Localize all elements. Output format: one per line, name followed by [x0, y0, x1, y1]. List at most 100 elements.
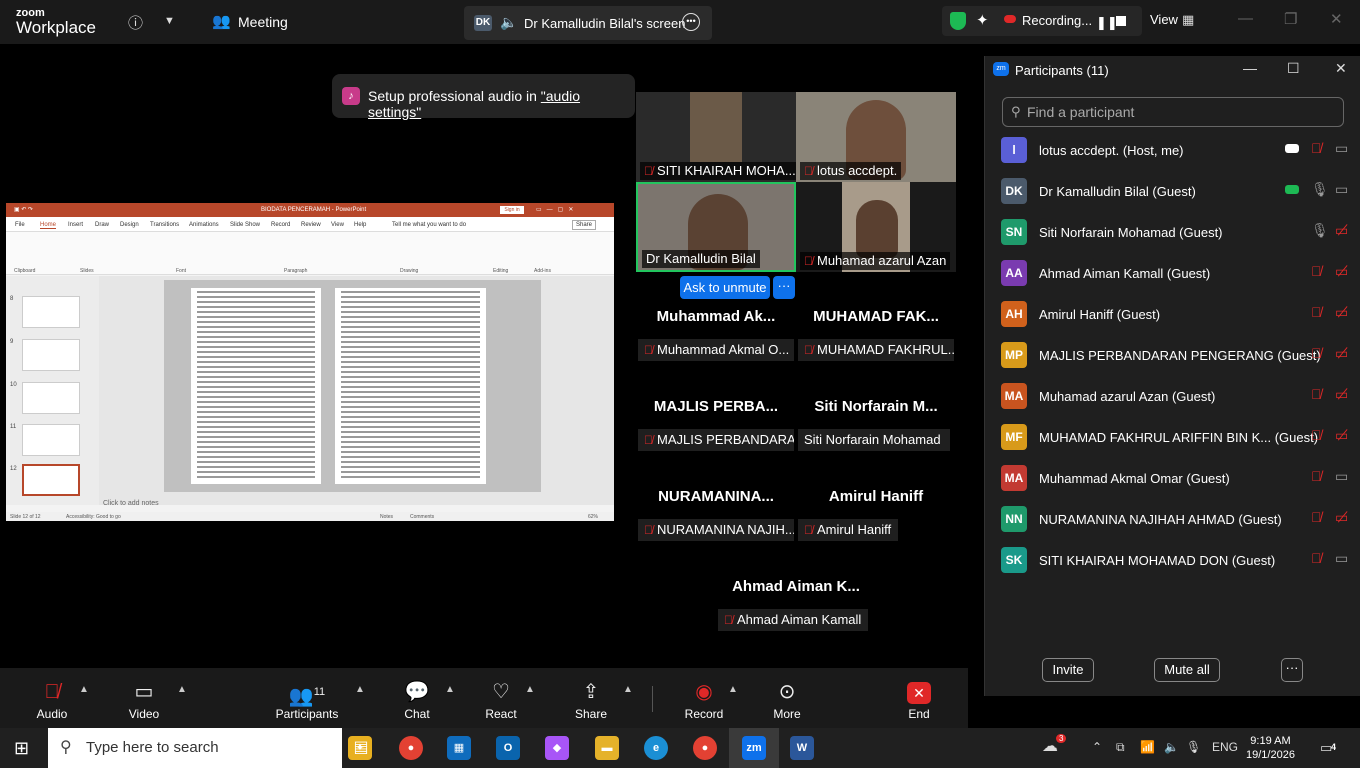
react-options-chevron-icon[interactable]: ▲ — [525, 684, 535, 695]
minimize-icon[interactable]: — — [1238, 10, 1253, 27]
chat-options-chevron-icon[interactable]: ▲ — [445, 684, 455, 695]
video-tile[interactable]: 🎙̸ SITI KHAIRAH MOHA... — [636, 92, 796, 182]
camera-off-icon[interactable]: ▭̸ — [1335, 386, 1348, 403]
info-icon[interactable]: ⓘ — [128, 12, 143, 33]
video-options-chevron-icon[interactable]: ▲ — [177, 684, 187, 695]
more-button[interactable]: ⊙ More — [752, 680, 822, 721]
outlook-icon[interactable]: O — [496, 736, 520, 760]
close-icon[interactable]: ✕ — [1335, 60, 1347, 77]
video-tile-active-speaker[interactable]: Dr Kamalludin Bilal — [636, 182, 796, 272]
word-icon[interactable]: W — [790, 736, 814, 760]
comments-toggle: Comments — [410, 514, 435, 520]
screen-share-pill[interactable]: DK 🔈 Dr Kamalludin Bilal's screen ••• — [464, 6, 712, 40]
people-icon: 👥11 — [288, 685, 326, 708]
video-button[interactable]: ▭ Video — [109, 680, 179, 721]
windows-start-icon[interactable]: ⊞ — [14, 738, 29, 759]
mic-icon[interactable]: 🎙 — [1311, 222, 1329, 239]
camera-off-icon[interactable]: ▭̸ — [1335, 304, 1348, 321]
tile-display-name[interactable]: MUHAMAD FAK... — [796, 308, 956, 325]
participants-options-chevron-icon[interactable]: ▲ — [355, 684, 365, 695]
tile-display-name[interactable]: Muhammad Ak... — [636, 308, 796, 325]
audio-button[interactable]: 🎙̸ Audio — [17, 680, 87, 721]
camera-off-icon[interactable]: ▭̸ — [1335, 509, 1348, 526]
chrome-icon[interactable]: ● — [399, 736, 423, 760]
video-tile[interactable]: 🎙̸ Muhamad azarul Azan — [796, 182, 956, 272]
pause-icon[interactable]: ❚❚ — [1096, 15, 1118, 31]
task-view-icon[interactable]: ▤ — [349, 736, 373, 760]
share-button[interactable]: ⇪ Share — [556, 680, 626, 721]
participant-row[interactable]: SK SITI KHAIRAH MOHAMAD DON (Guest) 🎙̸ ▭ — [985, 540, 1360, 581]
camera-off-icon[interactable]: ▭̸ — [1335, 263, 1348, 280]
mic-muted-icon[interactable]: 🎙̸ — [1311, 509, 1322, 525]
zoom-taskbar-active[interactable]: zm — [729, 728, 779, 768]
ask-to-unmute-button[interactable]: Ask to unmute — [680, 276, 770, 299]
wifi-icon[interactable]: 📶 — [1140, 740, 1155, 754]
camera-off-icon[interactable]: ▭̸ — [1335, 345, 1348, 362]
stop-icon[interactable] — [1116, 16, 1126, 26]
participant-row[interactable]: l lotus accdept. (Host, me) 🎙̸ ▭ — [985, 130, 1360, 171]
participant-row[interactable]: MA Muhammad Akmal Omar (Guest) 🎙̸ ▭ — [985, 458, 1360, 499]
mic-muted-icon[interactable]: 🎙̸ — [1311, 550, 1322, 566]
more-options-button[interactable]: ··· — [773, 276, 795, 299]
camera-off-icon[interactable]: ▭̸ — [1335, 427, 1348, 444]
participant-row[interactable]: MP MAJLIS PERBANDARAN PENGERANG (Guest) … — [985, 335, 1360, 376]
clock[interactable]: 9:19 AM 19/1/2026 — [1246, 734, 1295, 762]
language-indicator[interactable]: ENG — [1212, 740, 1238, 754]
maximize-icon[interactable]: ☐ — [1287, 60, 1300, 77]
camera-icon[interactable]: ▭ — [1335, 468, 1348, 485]
share-options-chevron-icon[interactable]: ▲ — [623, 684, 633, 695]
mic-muted-icon[interactable]: 🎙̸ — [1311, 468, 1322, 484]
video-tile[interactable]: 🎙̸ lotus accdept. — [796, 92, 956, 182]
view-grid-icon[interactable]: ▦ — [1182, 12, 1194, 28]
mic-muted-icon[interactable]: 🎙̸ — [1311, 427, 1322, 443]
chat-button[interactable]: 💬 Chat — [382, 680, 452, 721]
tile-display-name[interactable]: Ahmad Aiman K... — [716, 578, 876, 595]
store-icon[interactable]: ▦ — [447, 736, 471, 760]
end-button[interactable]: ✕ End — [884, 680, 954, 721]
participant-row[interactable]: AA Ahmad Aiman Kamall (Guest) 🎙̸ ▭̸ — [985, 253, 1360, 294]
tile-display-name[interactable]: NURAMANINA... — [636, 488, 796, 505]
volume-icon[interactable]: 🔈 — [1164, 740, 1179, 754]
chevron-up-icon[interactable]: ⌃ — [1092, 740, 1102, 754]
mic-muted-icon[interactable]: 🎙̸ — [1311, 345, 1322, 361]
mic-icon[interactable]: 🎙 — [1311, 181, 1329, 198]
file-explorer-icon[interactable]: ▬ — [595, 736, 619, 760]
participant-row[interactable]: SN Siti Norfarain Mohamad (Guest) 🎙 ▭̸ — [985, 212, 1360, 253]
camera-icon[interactable]: ▭ — [1335, 181, 1348, 198]
view-button[interactable]: View — [1150, 12, 1178, 27]
camera-icon[interactable]: ▭ — [1335, 140, 1348, 157]
camera-icon[interactable]: ▭ — [1335, 550, 1348, 567]
more-options-button[interactable]: ··· — [1281, 658, 1303, 682]
chevron-down-icon[interactable]: ▼ — [164, 15, 175, 27]
participants-button[interactable]: 👥11 Participants — [272, 680, 342, 721]
meeting-tray-icon[interactable]: ⧉ — [1116, 740, 1125, 755]
ai-companion-icon[interactable]: ✦ — [976, 11, 989, 29]
close-icon[interactable]: ✕ — [1330, 10, 1343, 28]
mic-muted-icon[interactable]: 🎙̸ — [1311, 140, 1322, 156]
mic-muted-icon[interactable]: 🎙̸ — [1311, 304, 1322, 320]
chrome-profile-icon[interactable]: ● — [693, 736, 717, 760]
participant-row[interactable]: NN NURAMANINA NAJIHAH AHMAD (Guest) 🎙̸ ▭… — [985, 499, 1360, 540]
record-options-chevron-icon[interactable]: ▲ — [728, 684, 738, 695]
tile-display-name[interactable]: Amirul Haniff — [796, 488, 956, 505]
invite-button[interactable]: Invite — [1042, 658, 1094, 682]
mic-muted-icon[interactable]: 🎙̸ — [1311, 386, 1322, 402]
edge-icon[interactable]: e — [644, 736, 668, 760]
copilot-icon[interactable]: ◆ — [545, 736, 569, 760]
mic-muted-icon[interactable]: 🎙̸ — [1311, 263, 1322, 279]
participant-row[interactable]: MA Muhamad azarul Azan (Guest) 🎙̸ ▭̸ — [985, 376, 1360, 417]
search-input[interactable]: ⚲ Find a participant — [1002, 97, 1344, 127]
mute-all-button[interactable]: Mute all — [1154, 658, 1220, 682]
tile-display-name[interactable]: MAJLIS PERBA... — [636, 398, 796, 415]
taskbar-search-input[interactable]: ⚲ Type here to search — [48, 728, 342, 768]
participant-row[interactable]: DK Dr Kamalludin Bilal (Guest) 🎙 ▭ — [985, 171, 1360, 212]
audio-options-chevron-icon[interactable]: ▲ — [79, 684, 89, 695]
mic-tray-icon[interactable]: 🎙 — [1186, 740, 1201, 754]
camera-off-icon[interactable]: ▭̸ — [1335, 222, 1348, 239]
participant-row[interactable]: AH Amirul Haniff (Guest) 🎙̸ ▭̸ — [985, 294, 1360, 335]
participant-row[interactable]: MF MUHAMAD FAKHRUL ARIFFIN BIN K... (Gue… — [985, 417, 1360, 458]
minimize-icon[interactable]: — — [1243, 60, 1257, 76]
more-options-icon[interactable]: ••• — [682, 13, 700, 31]
tile-display-name[interactable]: Siti Norfarain M... — [796, 398, 956, 415]
maximize-icon[interactable]: ❐ — [1284, 10, 1297, 28]
